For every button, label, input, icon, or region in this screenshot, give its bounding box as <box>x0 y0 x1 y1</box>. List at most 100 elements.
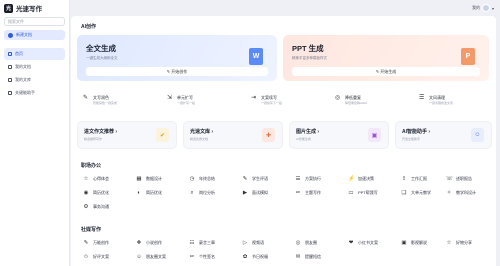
grid-item[interactable]: ⚡ 加速决策 <box>348 176 374 182</box>
grid-item[interactable]: ▦ 数据设计 <box>136 176 162 182</box>
grid-item[interactable]: ✎ 万能创作 <box>83 240 109 246</box>
search-input[interactable]: 搜索文件 <box>4 17 65 26</box>
tool-expand[interactable]: ⇲ 单元扩写 一键扩写一段 <box>167 95 195 105</box>
item-label: 教学科设计 <box>456 190 476 195</box>
grid-item[interactable]: ❖ 小说创作 <box>136 240 162 246</box>
essay-recommend-card[interactable]: 进文作文推荐 › 精选推荐写作 ✔ <box>77 121 177 149</box>
item-icon: ☺ <box>136 254 142 260</box>
item-icon: ✎ <box>83 240 89 246</box>
user-menu[interactable]: 我的 ▾ <box>472 4 494 12</box>
new-document-label: 新建文档 <box>16 32 32 37</box>
sidebar-item-label: 首页 <box>15 51 23 56</box>
grid-item[interactable]: ❤ 小红书文案 <box>348 240 378 246</box>
item-icon: ◉ <box>83 190 89 196</box>
item-icon: ▶ <box>242 190 248 196</box>
item-icon: ✑ <box>189 254 195 260</box>
item-icon: ✿ <box>242 254 248 260</box>
avatar <box>481 4 490 12</box>
tool-subtitle: 一键扩写一段 <box>177 101 196 105</box>
check-icon: ✔ <box>156 128 169 142</box>
grid-item[interactable]: ✧ 教学科设计 <box>446 190 476 196</box>
sidebar-item-assistant[interactable]: 关键能助手 <box>4 87 65 99</box>
plus-icon: ✚ <box>262 128 275 142</box>
expand-icon: ⇲ <box>167 95 173 101</box>
ppt-card[interactable]: PPT 生成 精美丰富多种模板样式 P ✎ 开始生成 <box>283 35 489 81</box>
app-title: 光速写作 <box>16 5 42 13</box>
social-section-title: 社媒写作 <box>81 227 102 233</box>
grid-item[interactable]: ▭ PPT帮我写 <box>348 190 378 196</box>
item-label: 心得体会 <box>93 176 109 181</box>
grid-item[interactable]: ✑ 主题写作 <box>295 190 321 196</box>
grid-item[interactable]: ◎ 朋友圈 <box>295 240 317 246</box>
grid-item[interactable]: ☰ 方案执行 <box>295 176 321 182</box>
image-gen-card[interactable]: 图片生成 › AI智能生成 ▣ <box>289 121 389 149</box>
item-label: 提醒短信 <box>305 254 321 259</box>
item-label: 简历优化 <box>146 190 162 195</box>
item-label: 数据设计 <box>146 176 162 181</box>
full-text-card[interactable]: 全文生成 一键生成大纲和全文 W ✎ 开始创作 <box>77 35 277 81</box>
grid-item[interactable]: ☆ 心得体会 <box>83 176 109 182</box>
image-icon: ▣ <box>368 128 381 142</box>
item-label: 朋友圈 <box>305 240 317 245</box>
item-icon: ◐ <box>137 190 141 196</box>
item-icon: ◷ <box>189 176 195 182</box>
grid-item[interactable]: ⇪ 工作汇报 <box>401 176 427 182</box>
office-section-title: 职场办公 <box>81 163 102 169</box>
sidebar-item-home[interactable]: 首页 <box>4 48 65 60</box>
sidebar: 光 光速写作 搜索文件 新建文档 首页 我的文档 我的文库 关键能助手 <box>0 0 70 266</box>
grid-item[interactable]: ☺ 朋友圈文案 <box>136 254 166 260</box>
tool-polish[interactable]: ✎ 文写润色 智能润色一键完成 <box>83 95 117 105</box>
sidebar-item-library[interactable]: 我的文库 <box>4 74 65 86</box>
grid-item[interactable]: ⚙ 事务沟通 <box>83 204 109 210</box>
ai-section-title: AI创作 <box>81 24 97 30</box>
tool-continue[interactable]: ⇥ 文案续写 一键续写下一段 <box>251 95 282 105</box>
item-label: 好物分享 <box>456 240 472 245</box>
grid-item[interactable]: ▣ 影视解说 <box>401 240 427 246</box>
tool-subtitle: 一键续写下一段 <box>261 101 283 105</box>
item-label: 主题写作 <box>305 190 321 195</box>
item-icon: ✧ <box>446 190 452 196</box>
item-icon: ▣ <box>401 240 407 246</box>
item-label: PPT帮我写 <box>358 190 378 195</box>
grid-item[interactable]: ❑ 大单元教学 <box>401 190 431 196</box>
item-label: 述职报告 <box>456 176 472 181</box>
tool-dedupe[interactable]: ◎ 降低重复 降低重复降AIGC <box>335 95 367 105</box>
grid-item[interactable]: ▶ 面试模拟 <box>242 190 268 196</box>
start-generate-button[interactable]: ✎ 开始生成 <box>292 67 480 76</box>
sidebar-item-my-docs[interactable]: 我的文档 <box>4 61 65 73</box>
grid-item[interactable]: ☷ 豪言三章 <box>189 240 215 246</box>
pen-icon: ✎ <box>83 95 89 101</box>
grid-item[interactable]: ✎ 学生评语 <box>242 176 268 182</box>
item-label: 个性签名 <box>199 254 215 259</box>
card-title: PPT 生成 <box>292 44 324 53</box>
item-label: 方案执行 <box>305 176 321 181</box>
grid-item[interactable]: ✑ 个性签名 <box>189 254 215 260</box>
ai-assistant-card[interactable]: AI智能助手 › 开发全能助手 ☺ <box>395 121 492 149</box>
grid-item[interactable]: ◷ 年终总结 <box>189 176 215 182</box>
item-label: 影视解说 <box>411 240 427 245</box>
new-document-button[interactable]: 新建文档 <box>4 30 65 40</box>
sidebar-item-label: 关键能助手 <box>15 90 35 95</box>
tool-style[interactable]: ☰ 文风清理 一键清理修改文风 <box>419 95 453 105</box>
grid-item[interactable]: ☏ 述职报告 <box>446 176 472 182</box>
start-creating-button[interactable]: ✎ 开始创作 <box>86 67 268 76</box>
item-icon: ▭ <box>348 190 354 196</box>
grid-item[interactable]: ✉ 提醒短信 <box>295 254 321 260</box>
item-icon: ❖ <box>136 240 142 246</box>
grid-item[interactable]: ◉ 简历优化 <box>83 190 109 196</box>
grid-item[interactable]: ◐ 简历优化 <box>136 190 162 196</box>
grid-item[interactable]: ✩ 好评文案 <box>83 254 109 260</box>
home-icon <box>8 52 12 56</box>
assistant-icon <box>8 91 12 95</box>
library-icon <box>8 78 12 82</box>
library-card[interactable]: 光速文库 › 精选优质文档 ✚ <box>183 121 283 149</box>
grid-item[interactable]: ▷ 视频语 <box>242 240 264 246</box>
chevron-down-icon: ▾ <box>491 5 494 11</box>
item-icon: ❑ <box>401 190 407 196</box>
word-doc-icon: W <box>249 48 263 65</box>
main-area: 我的 ▾ AI创作 全文生成 一键生成大纲和全文 W ✎ 开始创作 PPT 生成… <box>71 0 500 266</box>
grid-item[interactable]: ⌕ 岗位分析 <box>189 190 215 196</box>
item-label: 节日祝福 <box>252 254 268 259</box>
grid-item[interactable]: ☆ 好物分享 <box>446 240 472 246</box>
grid-item[interactable]: ✿ 节日祝福 <box>242 254 268 260</box>
